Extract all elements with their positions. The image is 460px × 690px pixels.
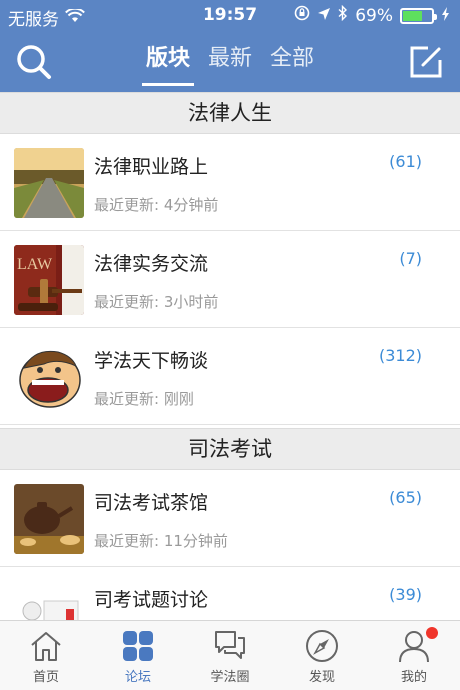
forum-thumbnail-gavel: LAW <box>14 245 84 315</box>
search-button[interactable] <box>14 42 54 82</box>
forum-thumbnail-road <box>14 148 84 218</box>
forum-post-count: (312) <box>378 346 422 365</box>
forum-last-update: 最近更新: 3小时前 <box>94 293 219 311</box>
forum-row[interactable]: 学法天下畅谈 最近更新: 刚刚 (312) <box>0 328 460 425</box>
nav-bar: 版块 最新 全部 <box>0 32 460 92</box>
forum-thumbnail-teapot <box>14 484 84 554</box>
compose-icon <box>410 46 442 78</box>
compose-button[interactable] <box>406 42 446 82</box>
section-header: 司法考试 <box>0 428 460 470</box>
search-icon <box>17 45 51 79</box>
forum-post-count: (65) <box>389 488 422 507</box>
forum-row[interactable]: 法律职业路上 最近更新: 4分钟前 (61) <box>0 134 460 231</box>
forum-last-update: 最近更新: 刚刚 <box>94 390 194 408</box>
forum-row[interactable]: 司法考试茶馆 最近更新: 11分钟前 (65) <box>0 470 460 567</box>
forum-title: 法律职业路上 <box>94 156 209 178</box>
tabbar-item-discover[interactable]: 发现 <box>276 621 368 690</box>
forum-post-count: (7) <box>399 249 422 268</box>
tabbar-item-home[interactable]: 首页 <box>0 621 92 690</box>
svg-text:LAW: LAW <box>17 256 53 273</box>
tab-latest[interactable]: 最新 <box>204 32 256 92</box>
forum-thumbnail-cartoon-face <box>14 342 84 412</box>
header-tabs: 版块 最新 全部 <box>130 32 330 92</box>
section-header: 法律人生 <box>0 92 460 134</box>
chat-bubbles-icon <box>215 631 245 659</box>
forum-last-update: 最近更新: 4分钟前 <box>94 196 219 214</box>
location-icon <box>317 6 331 26</box>
top-header: 无服务 19:57 69% 版块 最新 全部 <box>0 0 460 92</box>
tabbar-label: 学法圈 <box>210 670 250 685</box>
home-icon <box>31 632 61 661</box>
forum-post-count: (39) <box>389 585 422 604</box>
tabbar-item-mine[interactable]: 我的 <box>368 621 460 690</box>
tabbar-label: 我的 <box>400 670 427 685</box>
battery-percent: 69% <box>355 5 393 26</box>
battery-icon <box>400 7 437 24</box>
forum-row[interactable]: LAW 法律实务交流 最近更新: 3小时前 (7) <box>0 231 460 328</box>
tabbar-item-forum[interactable]: 论坛 <box>92 621 184 690</box>
tab-all[interactable]: 全部 <box>266 32 318 92</box>
forum-grid-icon <box>123 631 153 661</box>
status-bar: 无服务 19:57 69% <box>0 0 460 32</box>
charging-icon <box>441 6 450 26</box>
status-right: 69% <box>294 4 450 26</box>
forum-title: 司考试题讨论 <box>94 589 209 611</box>
tab-sections[interactable]: 版块 <box>141 32 194 86</box>
tabbar-item-circle[interactable]: 学法圈 <box>184 621 276 690</box>
forum-title: 学法天下畅谈 <box>94 350 209 372</box>
compass-icon <box>306 630 338 662</box>
bluetooth-icon <box>338 4 348 26</box>
forum-title: 司法考试茶馆 <box>94 492 209 514</box>
notification-badge <box>426 627 438 639</box>
forum-title: 法律实务交流 <box>94 253 209 275</box>
tabbar-label: 论坛 <box>124 670 151 685</box>
rotation-lock-icon <box>294 5 310 26</box>
tabbar-label: 发现 <box>308 670 335 685</box>
tabbar-label: 首页 <box>32 670 59 685</box>
forum-last-update: 最近更新: 11分钟前 <box>94 532 228 550</box>
bottom-tab-bar: 首页 论坛 学法圈 发现 我的 <box>0 620 460 690</box>
forum-post-count: (61) <box>389 152 422 171</box>
